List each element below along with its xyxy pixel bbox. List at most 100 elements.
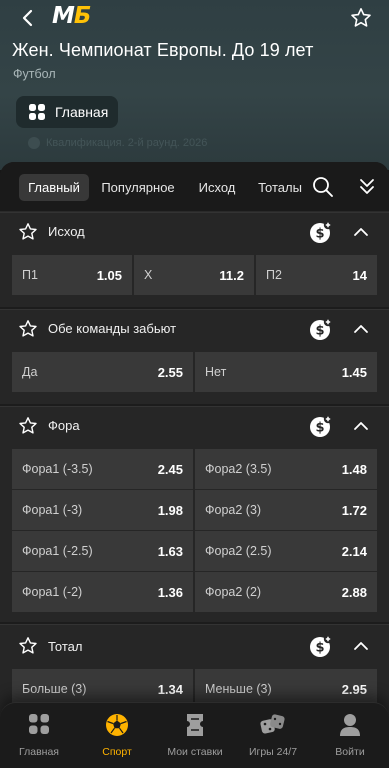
odd-name: Да — [22, 365, 38, 379]
odd-name: Фора1 (-2) — [22, 585, 83, 599]
odd-name: Больше (3) — [22, 682, 87, 696]
market-header[interactable]: Обе команды забьют $ — [0, 310, 389, 350]
odd-cell[interactable]: Фора2 (2) 2.88 — [195, 572, 377, 612]
markets-panel: Главный Популярное Исход Тоталы Исход $ — [0, 162, 389, 768]
odd-name: Нет — [205, 365, 227, 379]
tab-totals[interactable]: Тоталы — [252, 174, 308, 201]
bottom-navigation: Главная Спорт Мои ставки Игры 24/7 Войти — [0, 702, 389, 768]
tab-outcome[interactable]: Исход — [191, 174, 243, 201]
star-icon[interactable] — [18, 636, 38, 656]
dollar-coin-plus-icon[interactable]: $ — [309, 317, 333, 341]
odd-cell[interactable]: Нет 1.45 — [195, 352, 377, 392]
event-sport: Футбол — [13, 67, 56, 81]
ticket-icon — [187, 714, 203, 736]
odd-name: Фора2 (2.5) — [205, 544, 272, 558]
app-logo: МБ — [52, 3, 91, 29]
event-header: МБ Жен. Чемпионат Европы. До 19 лет Футб… — [0, 0, 389, 170]
odd-cell[interactable]: Фора1 (-3.5) 2.45 — [12, 449, 193, 489]
search-icon[interactable] — [312, 176, 334, 198]
market-title: Исход — [48, 224, 85, 239]
odd-name: П1 — [22, 268, 38, 282]
grid-icon — [29, 104, 45, 120]
odd-value: 1.05 — [96, 267, 122, 283]
odd-cell[interactable]: Да 2.55 — [12, 352, 193, 392]
star-icon[interactable] — [18, 222, 38, 242]
tab-popular[interactable]: Популярное — [97, 174, 179, 201]
odd-name: Меньше (3) — [205, 682, 272, 696]
tab-main[interactable]: Главный — [19, 174, 89, 201]
event-title: Жен. Чемпионат Европы. До 19 лет — [12, 40, 314, 60]
odd-cell[interactable]: Фора1 (-2.5) 1.63 — [12, 531, 193, 571]
favorite-star-icon[interactable] — [349, 6, 373, 30]
odd-name: Фора1 (-3.5) — [22, 462, 93, 476]
dollar-coin-plus-icon[interactable]: $ — [309, 634, 333, 658]
stage-dot-icon — [28, 137, 40, 149]
stage-label: Квалификация. 2-й раунд. 2026 — [46, 137, 208, 149]
odd-cell[interactable]: П2 14 — [256, 255, 377, 295]
market-header[interactable]: Тотал $ — [0, 625, 389, 667]
main-section-chip[interactable]: Главная — [16, 96, 118, 128]
odd-value: 1.36 — [157, 584, 183, 600]
nav-login[interactable]: Войти — [311, 703, 389, 768]
odd-value: 2.14 — [341, 543, 367, 559]
chevron-up-icon[interactable] — [352, 320, 370, 338]
dice-icon — [260, 714, 285, 734]
dollar-coin-plus-icon[interactable]: $ — [309, 220, 333, 244]
nav-games[interactable]: Игры 24/7 — [234, 703, 312, 768]
odd-value: 1.34 — [157, 681, 183, 697]
market-header[interactable]: Исход $ — [0, 213, 389, 253]
odd-value: 11.2 — [219, 267, 244, 283]
dollar-coin-plus-icon[interactable]: $ — [309, 414, 333, 438]
odd-name: Х — [144, 268, 153, 282]
nav-label: Главная — [19, 746, 59, 758]
odd-value: 2.45 — [157, 461, 183, 477]
chevron-up-icon[interactable] — [352, 223, 370, 241]
soccer-ball-icon — [106, 714, 128, 736]
odd-cell[interactable]: П1 1.05 — [12, 255, 132, 295]
grid-icon — [29, 714, 49, 734]
market-title: Обе команды забьют — [48, 321, 177, 336]
star-icon[interactable] — [18, 319, 38, 339]
svg-text:$: $ — [315, 227, 324, 242]
odd-value: 1.98 — [157, 502, 183, 518]
market-title: Тотал — [48, 639, 83, 654]
nav-label: Мои ставки — [167, 746, 223, 758]
svg-text:$: $ — [315, 641, 324, 656]
odd-cell[interactable]: Фора1 (-2) 1.36 — [12, 572, 193, 612]
market-header[interactable]: Фора $ — [0, 407, 389, 447]
odd-value: 2.88 — [341, 584, 367, 600]
odd-name: Фора2 (3.5) — [205, 462, 272, 476]
odd-name: Фора1 (-2.5) — [22, 544, 93, 558]
collapse-all-icon[interactable] — [357, 176, 377, 198]
odd-value: 2.95 — [341, 681, 367, 697]
chevron-up-icon[interactable] — [352, 417, 370, 435]
nav-sport[interactable]: Спорт — [78, 703, 156, 768]
nav-home[interactable]: Главная — [0, 703, 78, 768]
market-both-teams-score: Обе команды забьют $ Да 2.55 Нет 1.45 — [0, 309, 389, 404]
odd-cell[interactable]: Х 11.2 — [134, 255, 254, 295]
chevron-up-icon[interactable] — [352, 637, 370, 655]
odd-name: Фора2 (3) — [205, 503, 262, 517]
star-icon[interactable] — [18, 416, 38, 436]
market-tabs: Главный Популярное Исход Тоталы — [0, 162, 389, 212]
nav-label: Игры 24/7 — [248, 746, 298, 758]
odd-cell[interactable]: Фора2 (2.5) 2.14 — [195, 531, 377, 571]
main-chip-label: Главная — [55, 104, 109, 120]
odd-name: П2 — [266, 268, 282, 282]
odd-value: 2.55 — [157, 364, 183, 380]
odd-value: 14 — [352, 267, 367, 283]
odd-cell[interactable]: Фора1 (-3) 1.98 — [12, 490, 193, 530]
odd-cell[interactable]: Фора2 (3.5) 1.48 — [195, 449, 377, 489]
svg-text:$: $ — [315, 421, 324, 436]
odd-cell[interactable]: Фора2 (3) 1.72 — [195, 490, 377, 530]
market-outcome: Исход $ П1 1.05 Х 11.2 П2 14 — [0, 212, 389, 307]
market-handicap: Фора $ Фора1 (-3.5) 2.45 Фора2 (3.5) 1.4… — [0, 406, 389, 622]
back-arrow-icon[interactable] — [16, 6, 40, 30]
nav-my-bets[interactable]: Мои ставки — [156, 703, 234, 768]
svg-text:$: $ — [315, 324, 324, 339]
odd-name: Фора1 (-3) — [22, 503, 83, 517]
odd-value: 1.63 — [157, 543, 183, 559]
odd-value: 1.45 — [341, 364, 367, 380]
nav-label: Войти — [335, 746, 365, 758]
tournament-stage-text: Квалификация. 2-й раунд. 2026 — [28, 137, 207, 149]
